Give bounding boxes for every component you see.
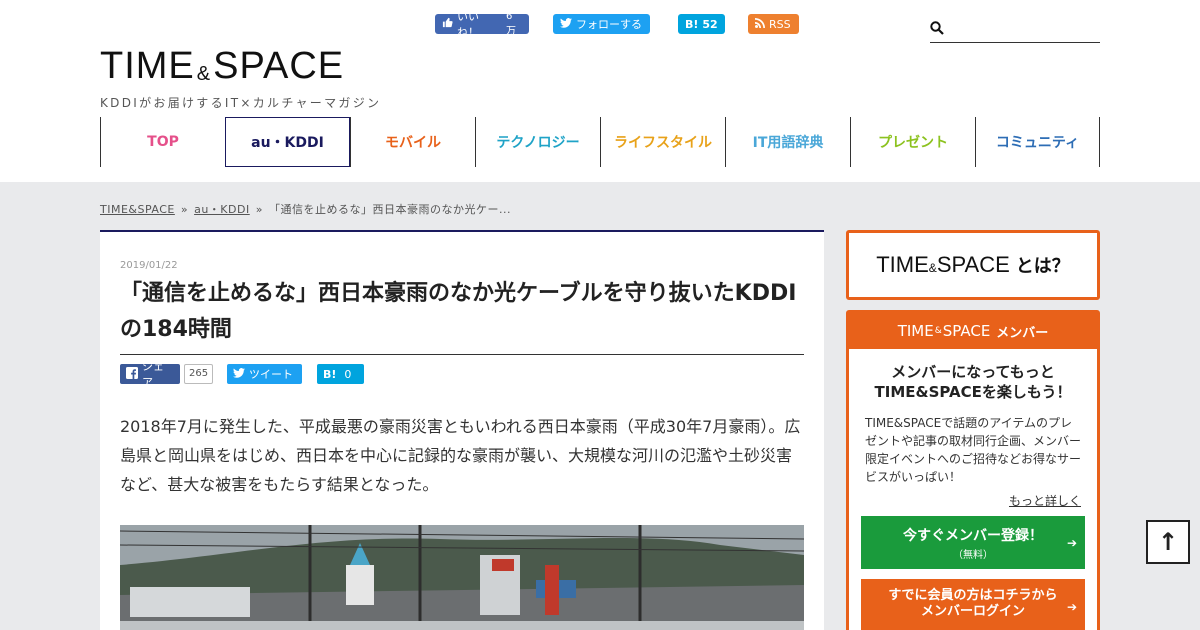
hatena-share-button[interactable]: B! 0 (317, 364, 364, 384)
member-description: TIME&SPACEで話題のアイテムのプレゼントや記事の取材同行企画、メンバー限… (865, 416, 1082, 484)
nav-item-technology[interactable]: テクノロジー (475, 117, 600, 167)
nav-item-community[interactable]: コミュニティ (975, 117, 1100, 167)
tweet-button[interactable]: ツイート (227, 364, 302, 384)
nav-item-top[interactable]: TOP (100, 117, 225, 167)
facebook-icon (126, 366, 138, 382)
arrow-right-icon: ➔ (1066, 536, 1077, 550)
search-icon[interactable] (930, 20, 944, 35)
facebook-share-count: 265 (184, 364, 214, 384)
member-box: TIME & SPACE メンバー メンバーになってもっと TIME&SPACEを楽し… (846, 310, 1100, 630)
article-card: 2019/01/22 「通信を止めるな」西日本豪雨のなか光ケーブルを守り抜いたK… (100, 230, 824, 630)
twitter-bird-icon (233, 367, 245, 381)
nav-item-lifestyle[interactable]: ライフスタイル (600, 117, 725, 167)
breadcrumb-current: 「通信を止めるな」西日本豪雨のなか光ケー... (268, 203, 511, 216)
logo-wordmark: TIME &SPACE (100, 45, 345, 87)
member-catch: メンバーになってもっと TIME&SPACEを楽しもう！ (874, 363, 1072, 401)
twitter-bird-icon (560, 17, 572, 31)
rss-icon (755, 17, 765, 31)
arrow-up-icon: ↑ (1157, 528, 1179, 556)
rss-button[interactable]: RSS (748, 14, 799, 34)
breadcrumb-category-link[interactable]: au・KDDI (194, 203, 250, 216)
site-header: TIME &SPACE KDDIがお届けするIT×カルチャーマガジン いいね！ 6… (0, 0, 1200, 182)
member-login-button[interactable]: すでに会員の方はコチラから メンバーログイン ➔ (861, 579, 1085, 630)
search-box (930, 14, 1100, 43)
article-title: 「通信を止めるな」西日本豪雨のなか光ケーブルを守り抜いたKDDIの184時間 (120, 276, 804, 355)
hatena-bookmark-button[interactable]: B! 52 (678, 14, 725, 34)
back-to-top-button[interactable]: ↑ (1146, 520, 1190, 564)
member-more-link[interactable]: もっと詳しく (849, 492, 1081, 509)
global-nav: TOP au・KDDI モバイル テクノロジー ライフスタイル IT用語辞典 プ… (100, 117, 1100, 167)
nav-item-mobile[interactable]: モバイル (350, 117, 475, 167)
thumbs-up-icon (442, 17, 453, 31)
breadcrumb-home-link[interactable]: TIME&SPACE (100, 203, 175, 216)
twitter-follow-button[interactable]: フォローする (553, 14, 650, 34)
facebook-like-button[interactable]: いいね！ 6万 (435, 10, 529, 39)
member-box-header: TIME & SPACE メンバー (849, 313, 1097, 349)
article-lead: 2018年7月に発生した、平成最悪の豪雨災害ともいわれる西日本豪雨（平成30年7… (120, 417, 801, 494)
about-title: TIME&SPACE とは？ (876, 252, 1070, 277)
nav-item-au-kddi[interactable]: au・KDDI (225, 117, 350, 167)
member-register-button[interactable]: 今すぐメンバー登録！ （無料） ➔ (861, 516, 1085, 569)
nav-item-it-glossary[interactable]: IT用語辞典 (725, 117, 850, 167)
logo-tagline: KDDIがお届けするIT×カルチャーマガジン (100, 96, 382, 110)
article-photo (120, 525, 804, 630)
about-banner[interactable]: TIME&SPACE とは？ (846, 230, 1100, 300)
facebook-share-button[interactable]: シェア (120, 360, 180, 389)
nav-item-present[interactable]: プレゼント (850, 117, 975, 167)
site-logo[interactable]: TIME &SPACE KDDIがお届けするIT×カルチャーマガジン (100, 46, 381, 111)
breadcrumb: TIME&SPACE» au・KDDI» 「通信を止めるな」西日本豪雨のなか光ケー.… (100, 203, 511, 216)
search-input[interactable] (950, 16, 1098, 40)
post-date: 2019/01/22 (120, 260, 178, 271)
arrow-right-icon: ➔ (1066, 600, 1077, 614)
